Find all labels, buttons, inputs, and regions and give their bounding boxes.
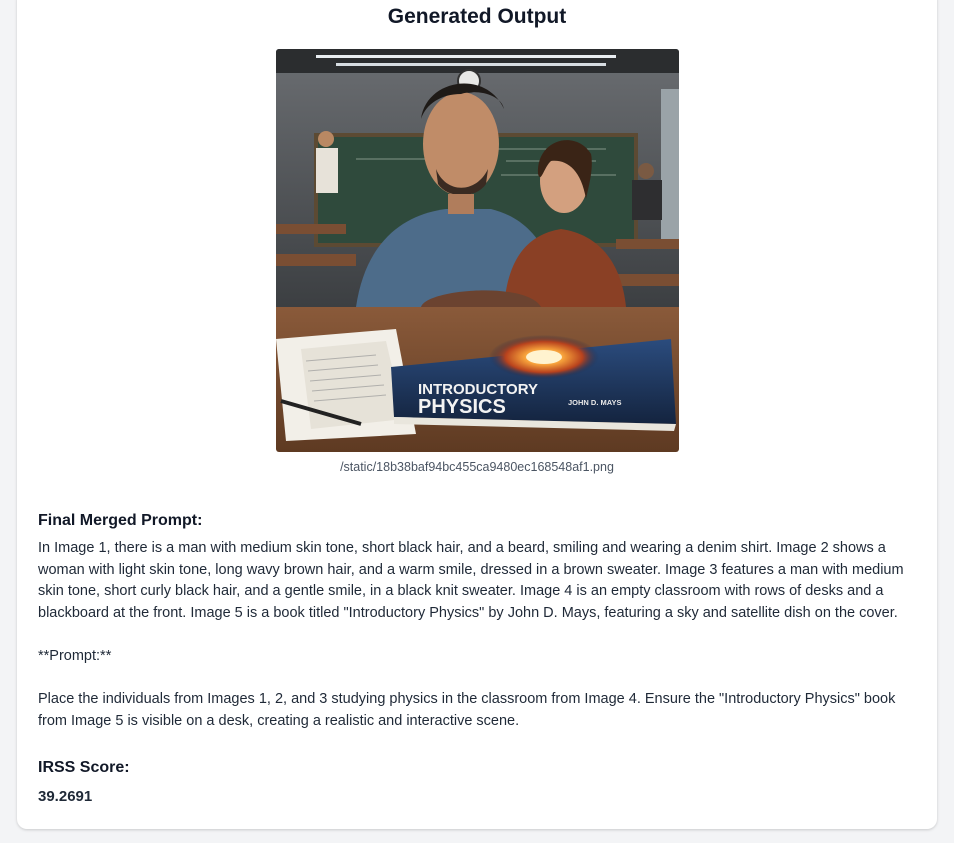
- irss-score-value: 39.2691: [38, 788, 93, 805]
- prompt-text: Place the individuals from Images 1, 2, …: [38, 691, 896, 729]
- prompt-description: In Image 1, there is a man with medium s…: [38, 540, 904, 621]
- image-caption: /static/18b38baf94bc455ca9480ec168548af1…: [340, 460, 614, 474]
- irss-score-heading: IRSS Score:: [38, 759, 130, 776]
- prompt-marker: **Prompt:**: [38, 648, 112, 664]
- generated-image: INTRODUCTORY PHYSICS JOHN D. MAYS: [276, 49, 679, 452]
- book-title-line2: PHYSICS: [418, 396, 506, 418]
- book-author: JOHN D. MAYS: [568, 398, 622, 407]
- output-card: Generated Output INTRODUCTORY PHYSICS JO…: [17, 0, 937, 829]
- final-merged-prompt-heading: Final Merged Prompt:: [38, 512, 203, 529]
- page-title: Generated Output: [387, 5, 567, 28]
